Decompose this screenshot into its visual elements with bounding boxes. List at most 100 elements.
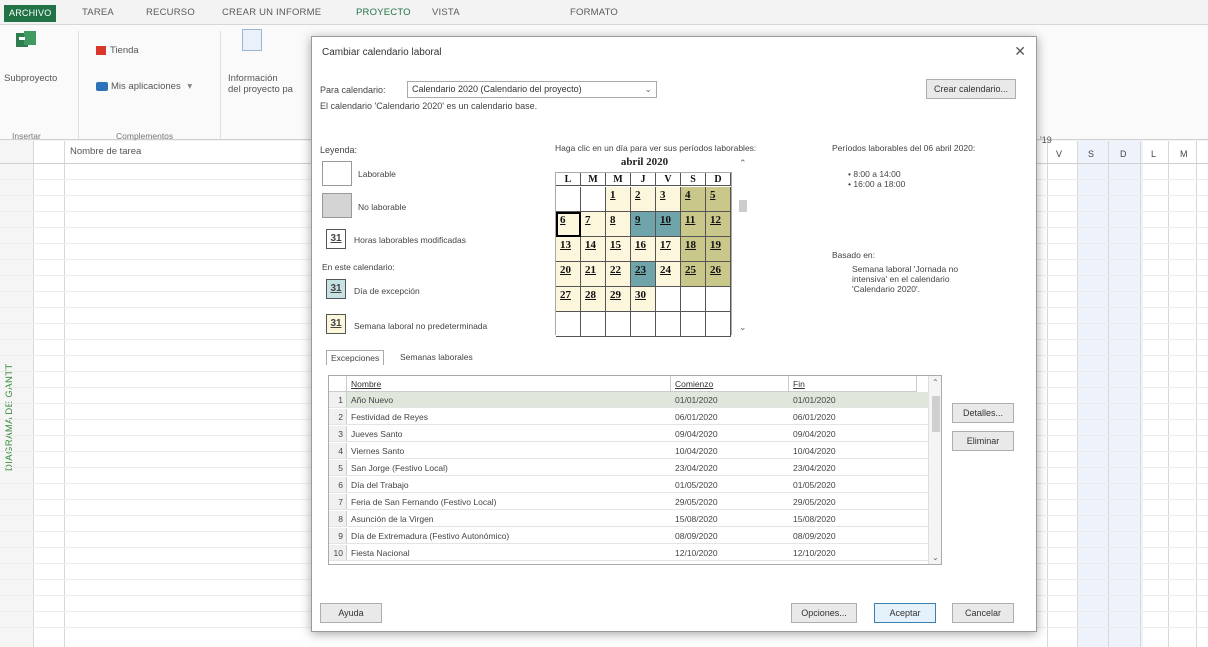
subproyecto-button[interactable]: Subproyecto	[4, 73, 57, 84]
calendar-day[interactable]: 13	[556, 237, 581, 262]
tab-recurso[interactable]: RECURSO	[146, 7, 195, 18]
help-button[interactable]: Ayuda	[320, 603, 382, 623]
tab-proyecto[interactable]: PROYECTO	[356, 7, 411, 18]
tab-tarea[interactable]: TAREA	[82, 7, 114, 18]
calendar-day[interactable]: 14	[581, 237, 606, 262]
exception-end-cell[interactable]: 09/04/2020	[793, 429, 836, 439]
calendar-day[interactable]: 8	[606, 212, 631, 237]
calendar-day[interactable]: 7	[581, 212, 606, 237]
exception-start-cell[interactable]: 29/05/2020	[675, 497, 718, 507]
month-calendar[interactable]: abril 2020 L M M J V S D 1 2 3 4 5 6 7 8 9 10 11 12 13 14 15 1…	[555, 156, 732, 337]
table-row[interactable]: 6 Día del Trabajo 01/05/2020 01/05/2020	[329, 477, 929, 493]
table-row[interactable]: 5 San Jorge (Festivo Local) 23/04/2020 23/0…	[329, 460, 929, 476]
table-row[interactable]: 3 Jueves Santo 09/04/2020 09/04/2020	[329, 426, 929, 442]
calendar-day[interactable]: 23	[631, 262, 656, 287]
calendar-day[interactable]: 24	[656, 262, 681, 287]
calendar-day[interactable]: 5	[706, 187, 731, 212]
exception-name-cell[interactable]: Fiesta Nacional	[351, 548, 410, 558]
exception-end-cell[interactable]: 12/10/2020	[793, 548, 836, 558]
table-row[interactable]: 2 Festividad de Reyes 06/01/2020 06/01/2020	[329, 409, 929, 425]
calendar-day[interactable]: 11	[681, 212, 706, 237]
exception-start-cell[interactable]: 23/04/2020	[675, 463, 718, 473]
chevron-down-icon[interactable]: ⌄	[739, 322, 747, 333]
exception-end-cell[interactable]: 01/01/2020	[793, 395, 836, 405]
exception-start-cell[interactable]: 10/04/2020	[675, 446, 718, 456]
table-row[interactable]: 8 Asunción de la Virgen 15/08/2020 15/08/20…	[329, 511, 929, 527]
exception-start-cell[interactable]: 12/10/2020	[675, 548, 718, 558]
exception-name-cell[interactable]: Viernes Santo	[351, 446, 404, 456]
exception-start-cell[interactable]: 01/01/2020	[675, 395, 718, 405]
exception-start-cell[interactable]: 06/01/2020	[675, 412, 718, 422]
exceptions-table[interactable]: Nombre Comienzo Fin ⌃ ⌄ 1 Año Nuevo 01/01/…	[328, 375, 942, 565]
delete-button[interactable]: Eliminar	[952, 431, 1014, 451]
exception-start-cell[interactable]: 01/05/2020	[675, 480, 718, 490]
calendar-day[interactable]: 21	[581, 262, 606, 287]
table-scrollbar[interactable]: ⌃ ⌄	[928, 376, 941, 564]
calendar-day[interactable]: 29	[606, 287, 631, 312]
scroll-thumb[interactable]	[932, 396, 940, 432]
informacion-proyecto-button[interactable]: Información del proyecto pa	[228, 73, 293, 95]
chevron-up-icon[interactable]: ⌃	[932, 378, 939, 387]
cancel-button[interactable]: Cancelar	[952, 603, 1014, 623]
tab-semanas-laborales[interactable]: Semanas laborales	[396, 350, 477, 364]
exception-start-cell[interactable]: 08/09/2020	[675, 531, 718, 541]
column-header-nombre-tarea[interactable]: Nombre de tarea	[70, 146, 141, 157]
table-row[interactable]: 7 Feria de San Fernando (Festivo Local) 29…	[329, 494, 929, 510]
column-header-fin[interactable]: Fin	[789, 376, 917, 392]
mis-aplicaciones-button[interactable]: Mis aplicaciones ▾	[96, 81, 192, 92]
table-row[interactable]: 9 Día de Extremadura (Festivo Autonómico)…	[329, 528, 929, 544]
scroll-thumb[interactable]	[739, 200, 747, 212]
table-row[interactable]: 4 Viernes Santo 10/04/2020 10/04/2020	[329, 443, 929, 459]
tienda-button[interactable]: Tienda	[96, 45, 139, 56]
calendar-day[interactable]: 25	[681, 262, 706, 287]
chevron-down-icon[interactable]: ⌄	[932, 553, 939, 562]
exception-end-cell[interactable]: 15/08/2020	[793, 514, 836, 524]
subproyecto-icon[interactable]	[14, 29, 38, 51]
exception-end-cell[interactable]: 01/05/2020	[793, 480, 836, 490]
column-header-comienzo[interactable]: Comienzo	[671, 376, 789, 392]
exception-name-cell[interactable]: Año Nuevo	[351, 395, 393, 405]
calendar-day[interactable]: 20	[556, 262, 581, 287]
calendar-day[interactable]: 1	[606, 187, 631, 212]
accept-button[interactable]: Aceptar	[874, 603, 936, 623]
exception-name-cell[interactable]: Festividad de Reyes	[351, 412, 428, 422]
exception-start-cell[interactable]: 09/04/2020	[675, 429, 718, 439]
calendar-day[interactable]: 15	[606, 237, 631, 262]
column-header-nombre[interactable]: Nombre	[347, 376, 671, 392]
calendar-day[interactable]: 4	[681, 187, 706, 212]
calendar-select[interactable]: Calendario 2020 (Calendario del proyecto…	[407, 81, 657, 98]
table-row[interactable]: 1 Año Nuevo 01/01/2020 01/01/2020	[329, 392, 929, 408]
exception-name-cell[interactable]: Día del Trabajo	[351, 480, 409, 490]
close-icon[interactable]: ✕	[1014, 43, 1026, 60]
calendar-day[interactable]: 2	[631, 187, 656, 212]
calendar-day[interactable]: 28	[581, 287, 606, 312]
tab-archivo[interactable]: ARCHIVO	[4, 5, 57, 22]
create-calendar-button[interactable]: Crear calendario...	[926, 79, 1016, 99]
exception-end-cell[interactable]: 10/04/2020	[793, 446, 836, 456]
calendar-day[interactable]: 18	[681, 237, 706, 262]
project-info-icon[interactable]	[242, 29, 262, 51]
calendar-day[interactable]: 27	[556, 287, 581, 312]
tab-excepciones[interactable]: Excepciones	[326, 350, 385, 365]
calendar-day[interactable]: 17	[656, 237, 681, 262]
details-button[interactable]: Detalles...	[952, 403, 1014, 423]
tab-vista[interactable]: VISTA	[432, 7, 460, 18]
calendar-scrollbar[interactable]: ⌃ ⌄	[739, 158, 749, 335]
tab-formato[interactable]: FORMATO	[570, 7, 618, 18]
exception-end-cell[interactable]: 06/01/2020	[793, 412, 836, 422]
calendar-day[interactable]: 6	[556, 212, 581, 237]
exception-name-cell[interactable]: Feria de San Fernando (Festivo Local)	[351, 497, 497, 507]
exception-end-cell[interactable]: 08/09/2020	[793, 531, 836, 541]
calendar-day[interactable]: 30	[631, 287, 656, 312]
exception-name-cell[interactable]: Asunción de la Virgen	[351, 514, 434, 524]
calendar-day[interactable]: 26	[706, 262, 731, 287]
chevron-up-icon[interactable]: ⌃	[739, 158, 747, 169]
calendar-day[interactable]: 22	[606, 262, 631, 287]
table-row[interactable]: 10 Fiesta Nacional 12/10/2020 12/10/2020	[329, 545, 929, 561]
calendar-day[interactable]: 12	[706, 212, 731, 237]
options-button[interactable]: Opciones...	[791, 603, 857, 623]
calendar-day[interactable]: 19	[706, 237, 731, 262]
calendar-day[interactable]: 9	[631, 212, 656, 237]
calendar-day[interactable]: 10	[656, 212, 681, 237]
exception-name-cell[interactable]: Día de Extremadura (Festivo Autonómico)	[351, 531, 509, 541]
